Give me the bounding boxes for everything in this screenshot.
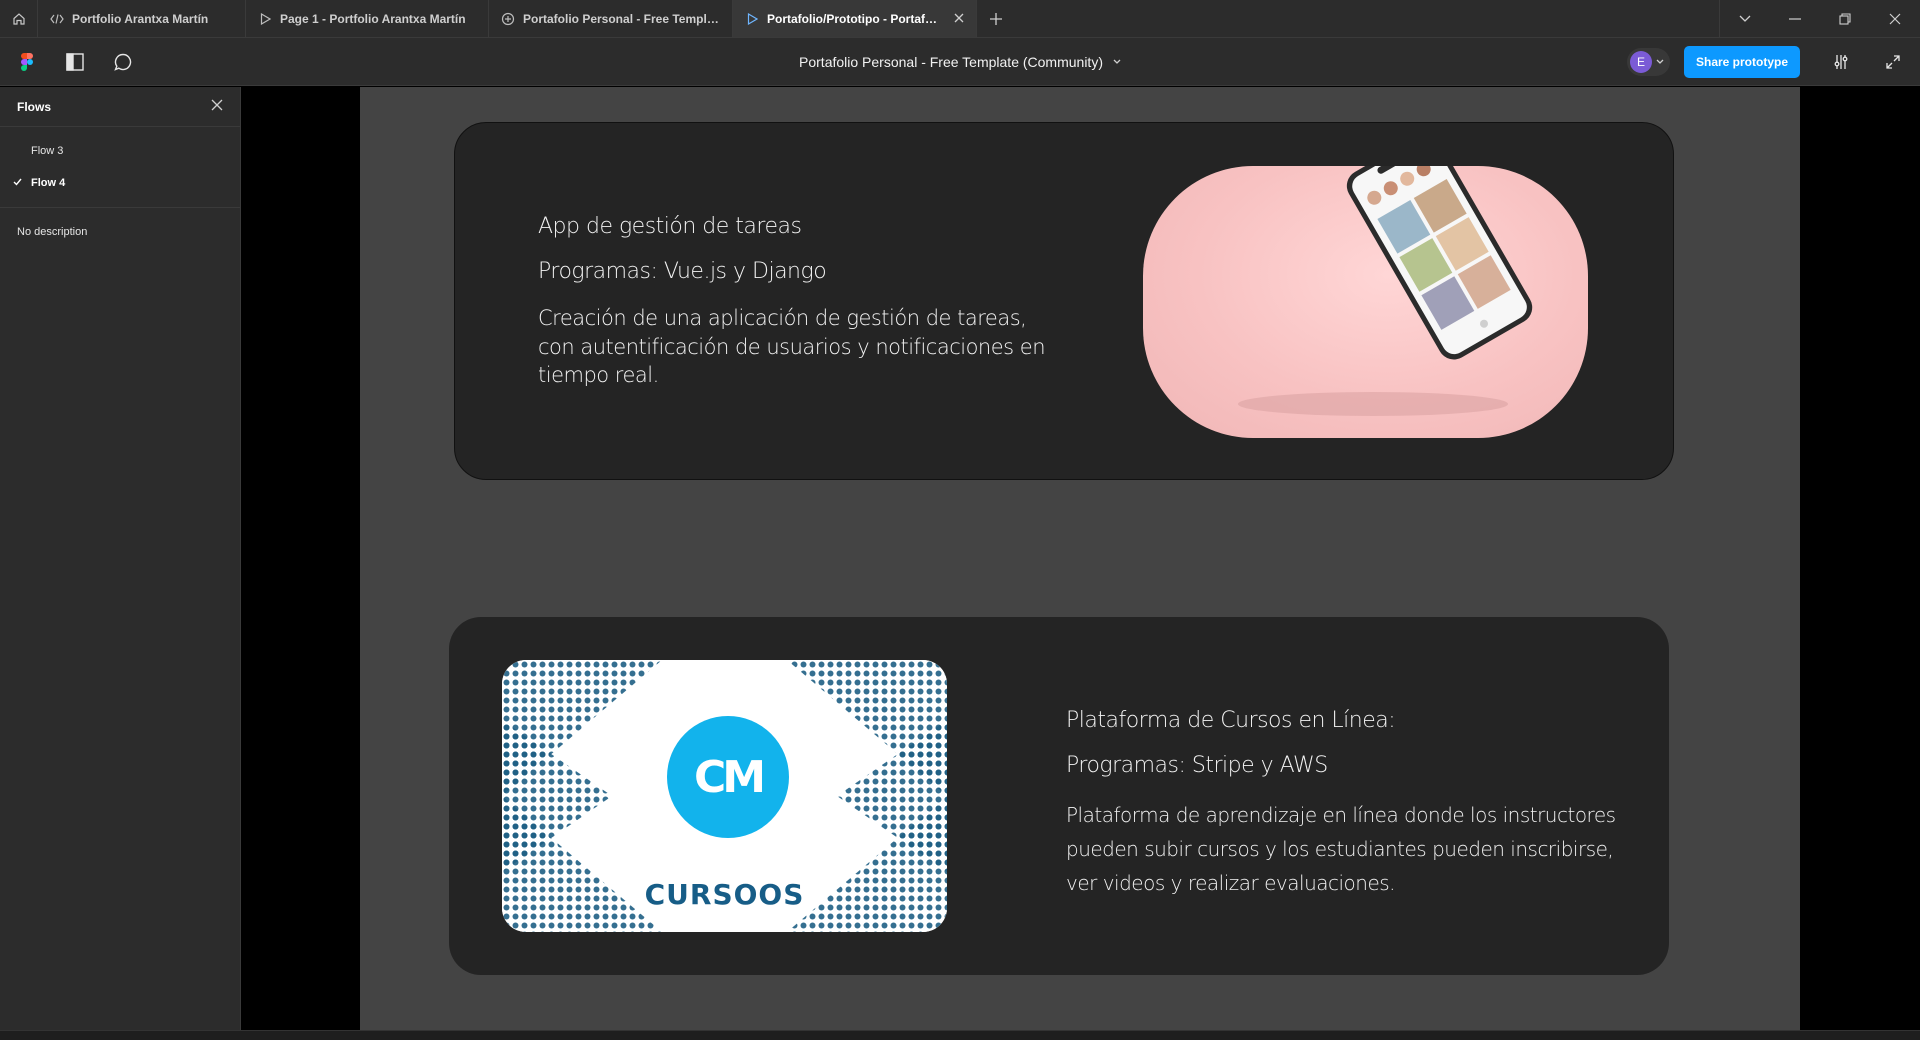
- cursoos-wordmark: CURSOOS: [644, 878, 805, 911]
- project-title: App de gestión de tareas: [538, 214, 802, 239]
- play-icon: [745, 12, 759, 26]
- project-text: Plataforma de Cursos en Línea: Programas…: [1066, 707, 1626, 900]
- home-icon: [12, 12, 25, 25]
- cursoos-logo-image: CM CURSOOS: [502, 660, 947, 932]
- project-programs: Programas: Vue.js y Django: [538, 258, 827, 284]
- project-text: App de gestión de tareas Programas: Vue.…: [538, 213, 1058, 389]
- prototype-canvas: App de gestión de tareas Programas: Vue.…: [242, 87, 1920, 1030]
- fullscreen-button[interactable]: [1880, 49, 1906, 75]
- code-icon: [50, 12, 64, 26]
- figma-menu-button[interactable]: [14, 49, 40, 75]
- project-description: Creación de una aplicación de gestión de…: [538, 306, 1046, 387]
- close-tab-icon[interactable]: [954, 12, 964, 26]
- project-card-courses: CM CURSOOS Plataforma de Cursos en Línea…: [449, 617, 1669, 975]
- home-button[interactable]: [0, 0, 38, 37]
- close-icon: [211, 99, 223, 111]
- toggle-sidebar-button[interactable]: [62, 49, 88, 75]
- minimize-button[interactable]: [1770, 0, 1820, 37]
- chevron-down-icon[interactable]: [1113, 59, 1121, 65]
- avatar: E: [1629, 51, 1652, 73]
- figma-logo-icon: [21, 53, 33, 71]
- user-menu[interactable]: E: [1626, 48, 1670, 76]
- bottom-edge: [0, 1030, 1920, 1040]
- settings-sliders-icon: [1834, 55, 1848, 69]
- tab-label: Page 1 - Portfolio Arantxa Martín: [280, 11, 466, 26]
- project-card-tasks: App de gestión de tareas Programas: Vue.…: [454, 122, 1674, 480]
- flow-label: Flow 3: [31, 145, 64, 157]
- tab-label: Portafolio Personal - Free Template (C: [523, 11, 720, 26]
- new-tab-button[interactable]: [977, 0, 1015, 37]
- close-icon: [1889, 13, 1901, 24]
- restore-icon: [1839, 12, 1851, 25]
- tab-label: Portafolio/Prototipo - Portafolio P: [767, 11, 942, 26]
- prototype-toolbar: Portafolio Personal - Free Template (Com…: [0, 38, 1920, 86]
- flow-item-3[interactable]: Flow 3: [0, 135, 240, 167]
- project-title: Plataforma de Cursos en Línea:: [1066, 708, 1396, 733]
- flows-header: Flows: [0, 87, 240, 127]
- comments-button[interactable]: [110, 49, 136, 75]
- document-title-text[interactable]: Portafolio Personal - Free Template (Com…: [799, 54, 1103, 70]
- phone-mockup-image: [1143, 166, 1588, 438]
- flows-list: Flow 3 Flow 4: [0, 127, 240, 208]
- close-flows-button[interactable]: [211, 99, 223, 114]
- tab-free-template[interactable]: Portafolio Personal - Free Template (C: [489, 0, 733, 37]
- sidebar-icon: [66, 53, 84, 71]
- plus-icon: [990, 12, 1002, 25]
- flow-label: Flow 4: [31, 177, 66, 189]
- tab-page-1[interactable]: Page 1 - Portfolio Arantxa Martín: [246, 0, 489, 37]
- window-controls: [1719, 0, 1920, 37]
- chevron-down-icon: [1739, 15, 1751, 22]
- flow-item-4[interactable]: Flow 4: [0, 167, 240, 199]
- title-bar: Portfolio Arantxa Martín Page 1 - Portfo…: [0, 0, 1920, 38]
- project-description: Plataforma de aprendizaje en línea donde…: [1066, 803, 1616, 896]
- tab-label: Portfolio Arantxa Martín: [72, 11, 209, 26]
- expand-icon: [1886, 55, 1900, 69]
- chevron-down-icon: [1656, 59, 1664, 64]
- flows-panel: Flows Flow 3 Flow 4 No description: [0, 87, 241, 1030]
- tab-portfolio-code[interactable]: Portfolio Arantxa Martín: [38, 0, 246, 37]
- play-icon: [258, 12, 272, 26]
- flows-title: Flows: [17, 99, 52, 114]
- project-programs: Programas: Stripe y AWS: [1066, 752, 1328, 778]
- share-prototype-button[interactable]: Share prototype: [1683, 46, 1800, 78]
- community-icon: [501, 12, 515, 26]
- tab-prototipo[interactable]: Portafolio/Prototipo - Portafolio P: [733, 0, 977, 37]
- cursoos-monogram: CM: [667, 716, 789, 838]
- restore-button[interactable]: [1820, 0, 1870, 37]
- tab-list-button[interactable]: [1720, 0, 1770, 37]
- minimize-icon: [1789, 17, 1801, 20]
- prototype-settings-button[interactable]: [1828, 49, 1854, 75]
- portfolio-frame[interactable]: App de gestión de tareas Programas: Vue.…: [360, 87, 1800, 1030]
- comment-icon: [114, 53, 132, 71]
- checkmark-icon: [13, 177, 22, 189]
- flow-description: No description: [17, 226, 88, 238]
- close-window-button[interactable]: [1870, 0, 1920, 37]
